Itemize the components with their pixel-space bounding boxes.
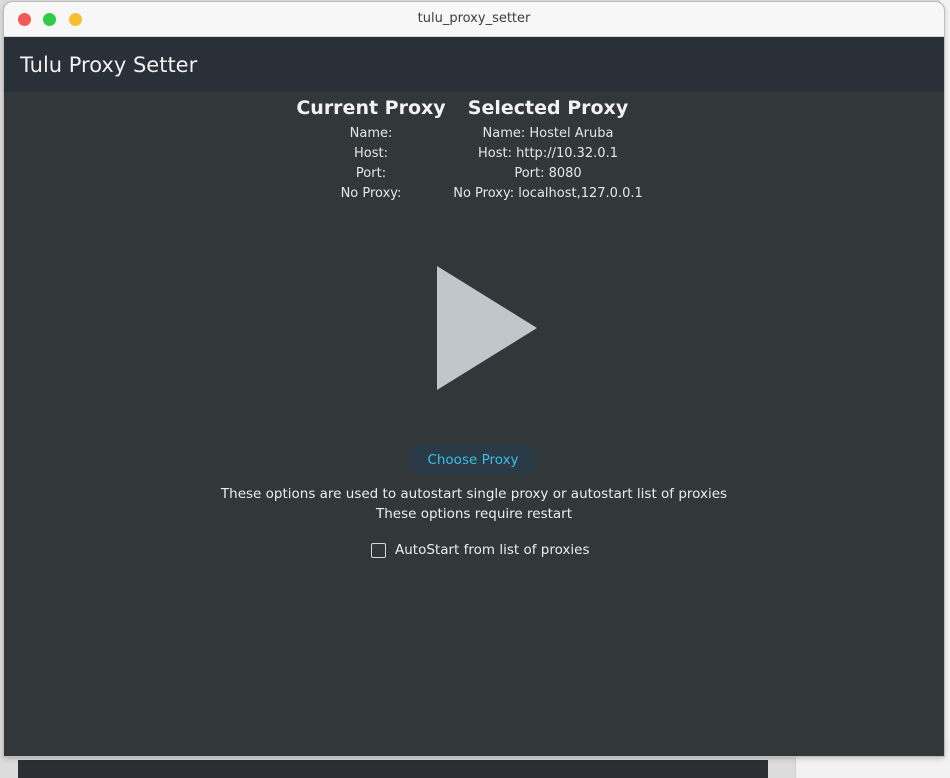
current-proxy-no-proxy: No Proxy: xyxy=(340,186,402,201)
selected-proxy-name: Name: Hostel Aruba xyxy=(482,126,614,141)
autostart-label: AutoStart from list of proxies xyxy=(395,542,590,558)
selected-proxy-no-proxy: No Proxy: localhost,127.0.0.1 xyxy=(453,186,643,201)
start-proxy-button[interactable] xyxy=(430,262,540,394)
current-proxy-port: Port: xyxy=(355,166,387,181)
current-proxy-panel: Current Proxy Name: Host: Port: No Proxy… xyxy=(291,96,451,204)
background-terminal xyxy=(18,760,768,778)
window-title: tulu_proxy_setter xyxy=(417,11,531,26)
current-proxy-host: Host: xyxy=(354,146,388,161)
autostart-info-text: These options are used to autostart sing… xyxy=(220,486,728,502)
app-window: tulu_proxy_setter Tulu Proxy Setter Curr… xyxy=(4,2,944,756)
main-content: Current Proxy Name: Host: Port: No Proxy… xyxy=(4,92,944,756)
restart-info-text: These options require restart xyxy=(375,506,573,522)
current-proxy-heading: Current Proxy xyxy=(296,97,446,119)
play-icon xyxy=(437,266,537,390)
selected-proxy-panel: Selected Proxy Name: Hostel Aruba Host: … xyxy=(436,96,660,204)
window-titlebar[interactable]: tulu_proxy_setter xyxy=(4,2,944,37)
desktop: tulu_proxy_setter Tulu Proxy Setter Curr… xyxy=(0,0,950,778)
selected-proxy-port: Port: 8080 xyxy=(514,166,582,181)
play-triangle xyxy=(437,266,537,390)
current-proxy-name: Name: xyxy=(349,126,393,141)
selected-proxy-heading: Selected Proxy xyxy=(467,97,629,119)
autostart-option[interactable]: AutoStart from list of proxies xyxy=(371,542,590,558)
choose-proxy-button[interactable]: Choose Proxy xyxy=(408,444,538,475)
selected-proxy-host: Host: http://10.32.0.1 xyxy=(478,146,618,161)
app-title: Tulu Proxy Setter xyxy=(20,52,198,77)
app-bar: Tulu Proxy Setter xyxy=(4,37,944,92)
autostart-checkbox[interactable] xyxy=(371,542,386,558)
